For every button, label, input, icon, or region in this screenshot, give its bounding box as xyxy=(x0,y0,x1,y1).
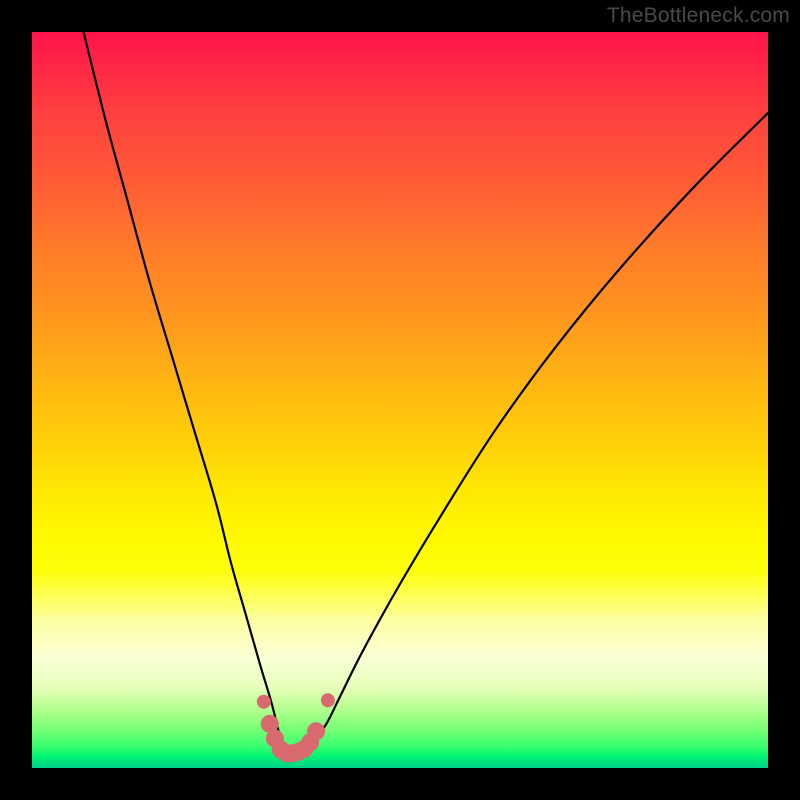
highlight-dots-group xyxy=(257,693,335,762)
highlight-dot xyxy=(257,695,271,709)
chart-frame: TheBottleneck.com xyxy=(0,0,800,800)
highlight-dot xyxy=(321,693,335,707)
highlight-dot xyxy=(307,722,325,740)
watermark-text: TheBottleneck.com xyxy=(607,4,790,28)
bottleneck-curve-path xyxy=(84,32,768,754)
curve-layer xyxy=(32,32,768,768)
plot-area xyxy=(32,32,768,768)
